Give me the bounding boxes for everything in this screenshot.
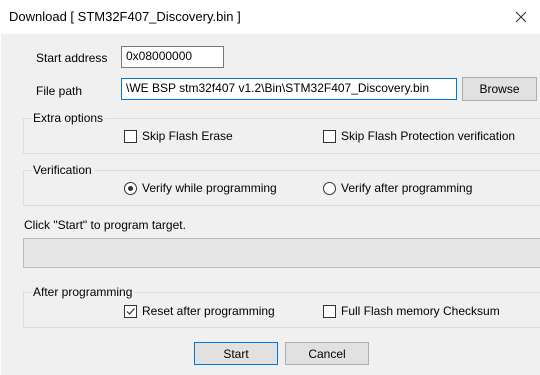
checkmark-icon [126, 307, 135, 315]
full-checksum-label: Full Flash memory Checksum [341, 304, 500, 318]
extra-options-title: Extra options [31, 111, 106, 125]
skip-protection-label: Skip Flash Protection verification [341, 129, 516, 143]
download-dialog: Download [ STM32F407_Discovery.bin ] Sta… [0, 0, 540, 375]
reset-after-label: Reset after programming [142, 304, 275, 318]
cancel-button[interactable]: Cancel [285, 342, 369, 365]
skip-flash-erase-label: Skip Flash Erase [142, 129, 233, 143]
verify-while-radio[interactable]: Verify while programming [124, 181, 277, 195]
skip-protection-checkbox[interactable]: Skip Flash Protection verification [323, 129, 515, 143]
checkbox-box [323, 129, 336, 143]
full-checksum-checkbox[interactable]: Full Flash memory Checksum [323, 304, 500, 318]
radio-circle [323, 181, 336, 195]
start-address-input[interactable]: 0x08000000 [121, 46, 224, 68]
after-programming-title: After programming [31, 285, 135, 299]
start-button[interactable]: Start [194, 342, 278, 365]
file-path-input[interactable]: \WE BSP stm32f407 v1.2\Bin\STM32F407_Dis… [121, 78, 457, 100]
file-path-label: File path [36, 84, 83, 98]
checkbox-box [323, 304, 336, 318]
verify-after-radio[interactable]: Verify after programming [323, 181, 472, 195]
verify-after-label: Verify after programming [341, 181, 473, 195]
verify-while-label: Verify while programming [142, 181, 277, 195]
radio-circle [124, 181, 137, 195]
file-path-value: \WE BSP stm32f407 v1.2\Bin\STM32F407_Dis… [126, 81, 430, 95]
browse-button[interactable]: Browse [462, 77, 537, 101]
close-icon [515, 11, 527, 23]
progress-bar [23, 238, 540, 268]
window-title: Download [ STM32F407_Discovery.bin ] [9, 9, 241, 24]
verification-title: Verification [31, 163, 94, 177]
skip-flash-erase-checkbox[interactable]: Skip Flash Erase [124, 129, 233, 143]
status-message: Click "Start" to program target. [24, 218, 186, 232]
title-bar: Download [ STM32F407_Discovery.bin ] [1, 0, 540, 34]
close-button[interactable] [507, 4, 535, 30]
reset-after-checkbox[interactable]: Reset after programming [124, 304, 275, 318]
checkbox-box [124, 304, 137, 318]
start-address-label: Start address [36, 51, 108, 65]
checkbox-box [124, 129, 137, 143]
